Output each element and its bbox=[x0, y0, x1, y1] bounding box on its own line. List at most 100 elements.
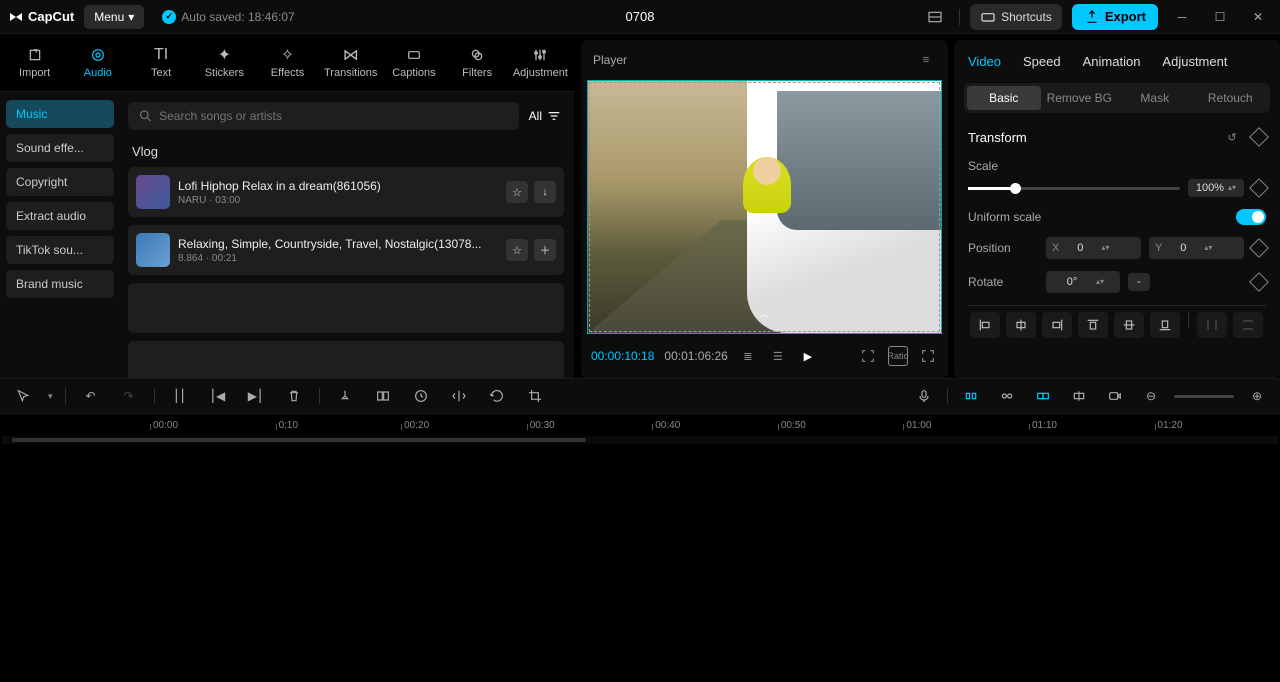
export-icon bbox=[1084, 9, 1100, 25]
tool-adjustment[interactable]: Adjustment bbox=[510, 34, 571, 92]
tool-transitions[interactable]: ⋈Transitions bbox=[320, 34, 381, 92]
timeline-scrollbar[interactable] bbox=[2, 436, 1278, 444]
record-button[interactable] bbox=[1102, 384, 1128, 408]
menu-button[interactable]: Menu ▾ bbox=[84, 5, 144, 29]
redo-button[interactable]: ↷ bbox=[116, 384, 142, 408]
distribute-v-icon[interactable] bbox=[1233, 312, 1263, 338]
player-menu-icon[interactable]: ≡ bbox=[916, 50, 936, 70]
track-item[interactable]: Relaxing, Simple, Countryside, Travel, N… bbox=[128, 225, 564, 275]
keyframe-rotate-icon[interactable] bbox=[1249, 272, 1269, 292]
tab-animation[interactable]: Animation bbox=[1083, 54, 1141, 69]
rotate-minus-icon[interactable]: - bbox=[1128, 273, 1150, 291]
track-item[interactable]: Lofi Hiphop Relax in a dream(861056) NAR… bbox=[128, 167, 564, 217]
logo-icon bbox=[8, 9, 24, 25]
marker-button[interactable] bbox=[332, 384, 358, 408]
captions-icon bbox=[405, 46, 423, 64]
trim-right-button[interactable]: ▶⎮ bbox=[243, 384, 269, 408]
app-name: CapCut bbox=[28, 9, 74, 24]
position-y-input[interactable]: Y▴▾ bbox=[1149, 237, 1244, 259]
keyframe-scale-icon[interactable] bbox=[1249, 178, 1269, 198]
shortcuts-button[interactable]: Shortcuts bbox=[970, 4, 1062, 30]
tool-text[interactable]: TIText bbox=[130, 34, 191, 92]
align-left-icon[interactable] bbox=[970, 312, 1000, 338]
close-button[interactable]: ✕ bbox=[1244, 7, 1272, 27]
tool-import[interactable]: Import bbox=[4, 34, 65, 92]
sidebar-item-copyright[interactable]: Copyright bbox=[6, 168, 114, 196]
split-button[interactable]: ⎮⎮ bbox=[167, 384, 193, 408]
preview-button[interactable] bbox=[1066, 384, 1092, 408]
rotate-button[interactable] bbox=[484, 384, 510, 408]
search-input[interactable] bbox=[159, 109, 509, 123]
align-bottom-icon[interactable] bbox=[1150, 312, 1180, 338]
speed-button[interactable] bbox=[408, 384, 434, 408]
download-button[interactable]: ↓ bbox=[534, 181, 556, 203]
timeline-ruler[interactable]: 00:00 0:10 00:20 00:30 00:40 00:50 01:00… bbox=[150, 414, 1280, 436]
uniform-scale-toggle[interactable] bbox=[1236, 209, 1266, 225]
magnet-button[interactable] bbox=[1030, 384, 1056, 408]
reset-icon[interactable]: ↺ bbox=[1222, 127, 1242, 147]
player-canvas[interactable]: ⌒ bbox=[587, 80, 942, 334]
fullscreen-button[interactable] bbox=[918, 346, 938, 366]
tool-effects[interactable]: ✧Effects bbox=[257, 34, 318, 92]
compare-icon[interactable]: ☰ bbox=[768, 346, 788, 366]
export-button[interactable]: Export bbox=[1072, 4, 1158, 30]
mic-button[interactable] bbox=[911, 384, 937, 408]
minimize-button[interactable]: ─ bbox=[1168, 7, 1196, 27]
play-button[interactable]: ▶ bbox=[798, 346, 818, 366]
ratio-button[interactable]: Ratio bbox=[888, 346, 908, 366]
tool-stickers[interactable]: ✦Stickers bbox=[194, 34, 255, 92]
scale-value[interactable]: 100%▴▾ bbox=[1188, 179, 1244, 197]
subtab-remove-bg[interactable]: Remove BG bbox=[1043, 86, 1117, 110]
add-button[interactable]: ＋ bbox=[534, 239, 556, 261]
tab-video[interactable]: Video bbox=[968, 54, 1001, 69]
sidebar-item-tiktok-sounds[interactable]: TikTok sou... bbox=[6, 236, 114, 264]
keyframe-icon[interactable] bbox=[1249, 127, 1269, 147]
sidebar-item-sound-effects[interactable]: Sound effe... bbox=[6, 134, 114, 162]
sidebar-item-music[interactable]: Music bbox=[6, 100, 114, 128]
mirror-button[interactable] bbox=[446, 384, 472, 408]
position-x-input[interactable]: X▴▾ bbox=[1046, 237, 1141, 259]
scale-slider[interactable] bbox=[968, 187, 1180, 190]
tool-audio[interactable]: Audio bbox=[67, 34, 128, 92]
subtab-basic[interactable]: Basic bbox=[967, 86, 1041, 110]
trim-left-button[interactable]: ⎮◀ bbox=[205, 384, 231, 408]
favorite-button[interactable]: ☆ bbox=[506, 239, 528, 261]
zoom-out-button[interactable]: ⊖ bbox=[1138, 384, 1164, 408]
distribute-h-icon[interactable] bbox=[1197, 312, 1227, 338]
crop-button[interactable] bbox=[522, 384, 548, 408]
align-top-icon[interactable] bbox=[1078, 312, 1108, 338]
keyframe-position-icon[interactable] bbox=[1249, 238, 1269, 258]
align-hcenter-icon[interactable] bbox=[1006, 312, 1036, 338]
undo-button[interactable]: ↶ bbox=[78, 384, 104, 408]
tab-adjustment[interactable]: Adjustment bbox=[1162, 54, 1227, 69]
favorite-button[interactable]: ☆ bbox=[506, 181, 528, 203]
align-vcenter-icon[interactable] bbox=[1114, 312, 1144, 338]
sidebar-item-extract-audio[interactable]: Extract audio bbox=[6, 202, 114, 230]
list-icon[interactable]: ≣ bbox=[738, 346, 758, 366]
link-button[interactable] bbox=[994, 384, 1020, 408]
filter-all-button[interactable]: All bbox=[527, 104, 564, 128]
zoom-in-button[interactable]: ⊕ bbox=[1244, 384, 1270, 408]
subtab-mask[interactable]: Mask bbox=[1118, 86, 1192, 110]
selection-tool[interactable] bbox=[10, 384, 36, 408]
rotate-input[interactable]: ▴▾ bbox=[1046, 271, 1120, 293]
audio-sidebar: Music Sound effe... Copyright Extract au… bbox=[0, 92, 120, 399]
layout-icon[interactable] bbox=[921, 7, 949, 27]
tab-speed[interactable]: Speed bbox=[1023, 54, 1061, 69]
subtab-retouch[interactable]: Retouch bbox=[1194, 86, 1268, 110]
sidebar-item-brand-music[interactable]: Brand music bbox=[6, 270, 114, 298]
maximize-button[interactable]: ☐ bbox=[1206, 7, 1234, 27]
current-time: 00:00:10:18 bbox=[591, 349, 654, 363]
tool-filters[interactable]: Filters bbox=[447, 34, 508, 92]
chevron-down-icon[interactable]: ▾ bbox=[48, 391, 53, 402]
scan-icon[interactable] bbox=[858, 346, 878, 366]
track-title: Lofi Hiphop Relax in a dream(861056) bbox=[178, 179, 498, 193]
delete-button[interactable] bbox=[281, 384, 307, 408]
snap-button[interactable] bbox=[958, 384, 984, 408]
zoom-slider[interactable] bbox=[1174, 395, 1234, 398]
search-box[interactable] bbox=[128, 102, 519, 130]
freeze-button[interactable] bbox=[370, 384, 396, 408]
align-right-icon[interactable] bbox=[1042, 312, 1072, 338]
filters-icon bbox=[468, 46, 486, 64]
tool-captions[interactable]: Captions bbox=[383, 34, 444, 92]
